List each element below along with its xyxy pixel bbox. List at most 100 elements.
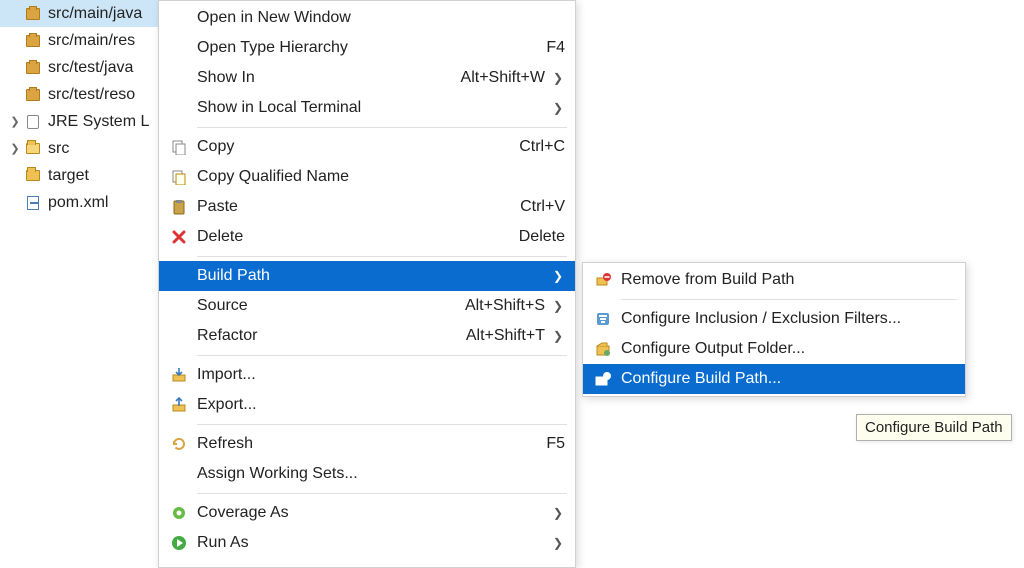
tree-item[interactable]: ❯ JRE System L <box>0 108 160 135</box>
menu-item-open-type-hierarchy[interactable]: Open Type HierarchyF4 <box>159 33 575 63</box>
menu-separator <box>197 355 567 356</box>
menu-item-refresh[interactable]: RefreshF5 <box>159 429 575 459</box>
submenu-arrow-icon: ❯ <box>551 299 565 313</box>
menu-item-open-in-new-window[interactable]: Open in New Window <box>159 3 575 33</box>
submenu-arrow-icon: ❯ <box>551 329 565 343</box>
menu-item-configure-output-folder[interactable]: Configure Output Folder... <box>583 334 965 364</box>
menu-item-label: Source <box>197 297 445 315</box>
menu-item-accel: F4 <box>526 39 565 57</box>
blank-icon <box>167 327 191 345</box>
menu-item-label: Open Type Hierarchy <box>197 39 526 57</box>
tooltip-text: Configure Build Path <box>865 419 1003 436</box>
menu-item-label: Run As <box>197 534 545 552</box>
menu-item-delete[interactable]: DeleteDelete <box>159 222 575 252</box>
menu-item-copy[interactable]: CopyCtrl+C <box>159 132 575 162</box>
menu-item-show-in-local-terminal[interactable]: Show in Local Terminal ❯ <box>159 93 575 123</box>
copy-icon <box>167 138 191 156</box>
tree-item-label: src/test/reso <box>48 86 160 104</box>
menu-item-label: Copy <box>197 138 499 156</box>
buildpath-submenu: Remove from Build Path Configure Inclusio… <box>582 262 966 397</box>
tree-item-label: src/main/res <box>48 32 160 50</box>
remove-icon <box>591 271 615 289</box>
context-menu: Open in New WindowOpen Type HierarchyF4S… <box>158 0 576 568</box>
tooltip: Configure Build Path <box>856 414 1012 441</box>
tree-item-label: src <box>48 140 160 158</box>
fld-icon <box>24 167 42 185</box>
output-icon <box>591 340 615 358</box>
pkg-icon <box>24 86 42 104</box>
delete-icon <box>167 228 191 246</box>
menu-item-label: Remove from Build Path <box>621 271 935 289</box>
blank-icon <box>167 297 191 315</box>
tree-item-label: JRE System L <box>48 113 160 131</box>
tree-item[interactable]: ❯ src <box>0 135 160 162</box>
menu-item-configure-build-path[interactable]: Configure Build Path... <box>583 364 965 394</box>
tree-item-label: target <box>48 167 160 185</box>
blank-icon <box>167 39 191 57</box>
refresh-icon <box>167 435 191 453</box>
menu-item-label: Copy Qualified Name <box>197 168 545 186</box>
menu-item-label: Show in Local Terminal <box>197 99 545 117</box>
export-icon <box>167 396 191 414</box>
menu-separator <box>197 424 567 425</box>
menu-item-label: Build Path <box>197 267 545 285</box>
submenu-arrow-icon: ❯ <box>551 101 565 115</box>
menu-item-label: Configure Output Folder... <box>621 340 935 358</box>
menu-item-label: Show In <box>197 69 441 87</box>
pkg-icon <box>24 32 42 50</box>
tree-item-label: pom.xml <box>48 194 160 212</box>
expand-icon[interactable]: ❯ <box>8 115 22 129</box>
menu-item-export[interactable]: Export... <box>159 390 575 420</box>
menu-separator <box>621 299 957 300</box>
menu-item-copy-qualified-name[interactable]: Copy Qualified Name <box>159 162 575 192</box>
menu-item-label: Assign Working Sets... <box>197 465 545 483</box>
pkg-icon <box>24 5 42 23</box>
menu-item-coverage-as[interactable]: Coverage As❯ <box>159 498 575 528</box>
menu-item-assign-working-sets[interactable]: Assign Working Sets... <box>159 459 575 489</box>
menu-item-label: Configure Build Path... <box>621 370 935 388</box>
fld-open-icon <box>24 140 42 158</box>
pkg-icon <box>24 59 42 77</box>
coverage-icon <box>167 504 191 522</box>
copyq-icon <box>167 168 191 186</box>
menu-item-accel: Alt+Shift+S <box>445 297 545 315</box>
blank-icon <box>167 267 191 285</box>
menu-item-accel: Ctrl+C <box>499 138 565 156</box>
tree-item[interactable]: src/test/reso <box>0 81 160 108</box>
import-icon <box>167 366 191 384</box>
menu-item-label: Refresh <box>197 435 526 453</box>
menu-item-source[interactable]: SourceAlt+Shift+S ❯ <box>159 291 575 321</box>
menu-item-configure-inclusion-exclusion-filters[interactable]: Configure Inclusion / Exclusion Filters.… <box>583 304 965 334</box>
menu-item-label: Open in New Window <box>197 9 545 27</box>
tree-item[interactable]: src/main/java <box>0 0 160 27</box>
menu-item-accel: Alt+Shift+W <box>441 69 545 87</box>
menu-item-show-in[interactable]: Show InAlt+Shift+W❯ <box>159 63 575 93</box>
blank-icon <box>167 465 191 483</box>
expand-icon[interactable]: ❯ <box>8 142 22 156</box>
tree-item[interactable]: target <box>0 162 160 189</box>
buildpath-icon <box>591 370 615 388</box>
tree-item-label: src/test/java <box>48 59 160 77</box>
tree-item[interactable]: pom.xml <box>0 189 160 216</box>
xml-icon <box>24 194 42 212</box>
tree-item[interactable]: src/main/res <box>0 27 160 54</box>
menu-item-accel: Ctrl+V <box>500 198 565 216</box>
menu-item-label: Configure Inclusion / Exclusion Filters.… <box>621 310 935 328</box>
menu-item-refactor[interactable]: RefactorAlt+Shift+T ❯ <box>159 321 575 351</box>
menu-item-build-path[interactable]: Build Path ❯ <box>159 261 575 291</box>
tree-item[interactable]: src/test/java <box>0 54 160 81</box>
blank-icon <box>167 9 191 27</box>
menu-item-accel: Alt+Shift+T <box>446 327 545 345</box>
filter-icon <box>591 310 615 328</box>
menu-item-label: Refactor <box>197 327 446 345</box>
submenu-arrow-icon: ❯ <box>551 269 565 283</box>
paste-icon <box>167 198 191 216</box>
menu-item-run-as[interactable]: Run As ❯ <box>159 528 575 558</box>
menu-item-label: Delete <box>197 228 499 246</box>
menu-item-remove-from-build-path[interactable]: Remove from Build Path <box>583 265 965 295</box>
menu-item-paste[interactable]: PasteCtrl+V <box>159 192 575 222</box>
submenu-arrow-icon: ❯ <box>551 506 565 520</box>
menu-item-import[interactable]: Import... <box>159 360 575 390</box>
project-tree: src/main/java src/main/res src/test/java sr… <box>0 0 160 216</box>
submenu-arrow-icon: ❯ <box>551 536 565 550</box>
